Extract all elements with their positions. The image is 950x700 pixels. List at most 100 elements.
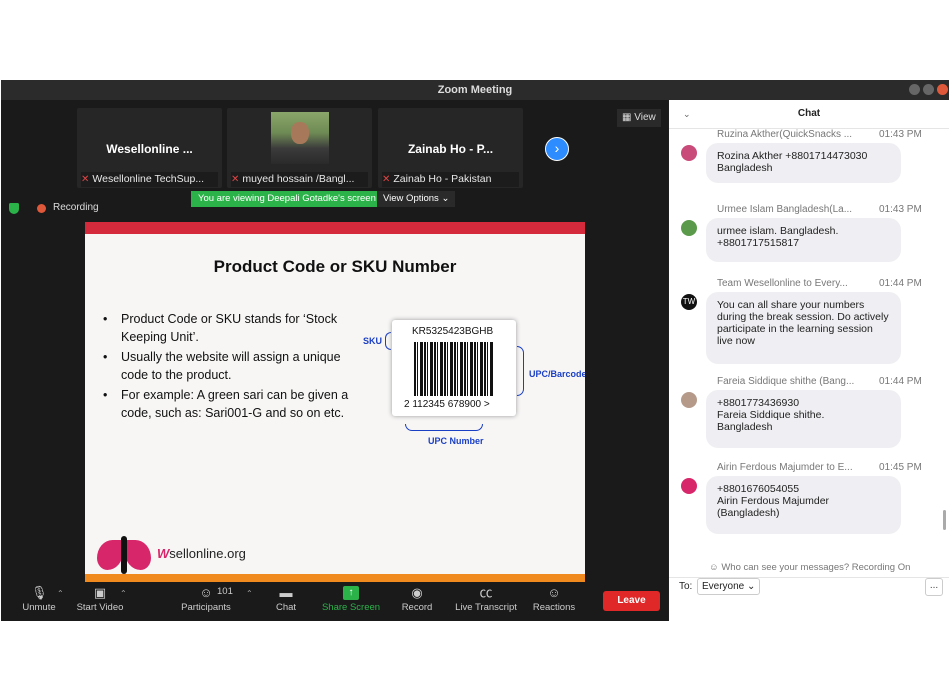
participants-count: 101 <box>217 586 233 597</box>
chat-sender: Team Wesellonline to Every... <box>717 278 848 289</box>
barcode-image: KR5325423BGHB 2 112345 678900 > <box>392 320 516 416</box>
live-transcript-button[interactable]: ㏄ Live Transcript <box>451 585 521 614</box>
avatar <box>681 392 697 408</box>
chat-time: 01:43 PM <box>879 204 922 215</box>
muted-mic-icon: 🎙 <box>31 585 48 600</box>
smile-icon: ☺ <box>547 585 561 600</box>
shield-icon[interactable] <box>9 203 19 214</box>
upc-number-label: UPC Number <box>428 436 484 446</box>
meeting-area: Wesellonline ... ✕ Wesellonline TechSup..… <box>1 100 668 621</box>
sku-brace <box>385 332 391 350</box>
slide-bullet: For example: A green sari can be given a… <box>101 386 361 422</box>
avatar: TW <box>681 294 697 310</box>
unmute-button[interactable]: 🎙 Unmute <box>21 585 57 614</box>
chat-bubble: Rozina Akther +8801714473030 Bangladesh <box>706 143 901 183</box>
slide-bullet: Usually the website will assign a unique… <box>101 348 361 384</box>
chat-icon: ▬ <box>279 585 293 600</box>
reactions-button[interactable]: ☺ Reactions <box>531 585 577 614</box>
participant-label: ✕ muyed hossain /Bangl... <box>231 172 368 187</box>
chat-sender: Ruzina Akther(QuickSnacks ... <box>717 129 853 140</box>
avatar <box>681 478 697 494</box>
chat-bubble: +8801773436930 Fareia Siddique shithe. B… <box>706 390 901 448</box>
chevron-down-icon[interactable]: ⌄ <box>683 100 691 128</box>
chat-sender: Urmee Islam Bangladesh(La... <box>717 204 853 215</box>
participant-tile[interactable]: Zainab Ho - P... ✕ Zainab Ho - Pakistan <box>378 108 523 188</box>
minimize-icon[interactable] <box>909 84 920 95</box>
slide-bullets: Product Code or SKU stands for ‘Stock Ke… <box>101 310 361 424</box>
sku-label: SKU <box>363 336 383 346</box>
wesellonline-logo: Wsellonline.org <box>95 532 275 576</box>
barcode-bars <box>414 342 494 396</box>
view-button[interactable]: ▦ View <box>617 109 661 127</box>
recording-label: Recording <box>53 202 99 213</box>
participant-label: ✕ Zainab Ho - Pakistan <box>382 172 519 187</box>
avatar <box>681 145 697 161</box>
close-icon[interactable] <box>937 84 948 95</box>
meeting-toolbar: 🎙 Unmute ⌃ ▣ Start Video ⌃ ☺ Participant… <box>1 583 668 621</box>
muted-mic-icon: ✕ <box>382 174 391 185</box>
participant-strip: Wesellonline ... ✕ Wesellonline TechSup..… <box>1 100 668 222</box>
barcode-sku-text: KR5325423BGHB <box>412 326 494 337</box>
recording-icon <box>37 204 46 213</box>
view-options-button[interactable]: View Options ⌄ <box>377 191 456 207</box>
maximize-icon[interactable] <box>923 84 934 95</box>
chevron-down-icon: ⌄ <box>747 581 756 592</box>
avatar <box>681 220 697 236</box>
chevron-up-icon[interactable]: ⌃ <box>57 589 64 598</box>
upc-barcode-label: UPC/Barcode <box>529 369 585 379</box>
chat-time: 01:44 PM <box>879 376 922 387</box>
zoom-window: Zoom Meeting Wesellonline ... ✕ Wesellonl… <box>1 80 949 621</box>
record-icon: ◉ <box>411 585 423 600</box>
barcode-number: 2 112345 678900 > <box>404 399 490 410</box>
chat-panel: ⌄ Chat Ruzina Akther(QuickSnacks ... 01:… <box>669 100 949 621</box>
people-icon: ☺ <box>709 562 719 573</box>
next-page-button[interactable]: › <box>545 137 569 161</box>
chat-time: 01:44 PM <box>879 278 922 289</box>
share-screen-icon: ↑ <box>343 586 359 600</box>
chat-bubble: urmee islam. Bangladesh. +8801717515817 <box>706 218 901 262</box>
grid-icon: ▦ <box>622 112 632 123</box>
window-title: Zoom Meeting <box>437 84 513 96</box>
chat-scrollbar[interactable] <box>943 510 946 530</box>
chat-bubble: You can all share your numbers during th… <box>706 292 901 364</box>
muted-mic-icon: ✕ <box>231 174 240 185</box>
participant-name: Wesellonline ... <box>106 142 193 156</box>
slide-bottom-bar <box>85 574 585 582</box>
chevron-right-icon: › <box>554 140 560 156</box>
slide-top-bar <box>85 222 585 234</box>
viewing-banner: You are viewing Deepali Gotadke's screen <box>191 191 383 207</box>
leave-button[interactable]: Leave <box>603 591 660 611</box>
chat-bubble: +8801676054055 Airin Ferdous Majumder (B… <box>706 476 901 534</box>
recipient-dropdown[interactable]: Everyone ⌄ <box>697 578 761 595</box>
record-button[interactable]: ◉ Record <box>399 585 435 614</box>
upc-brace <box>517 346 524 396</box>
chat-sender: Airin Ferdous Majumder to E... <box>717 462 853 473</box>
who-can-see-link[interactable]: ☺ Who can see your messages? Recording O… <box>709 562 910 573</box>
to-label: To: <box>679 581 693 592</box>
chevron-up-icon[interactable]: ⌃ <box>246 589 253 598</box>
participant-video <box>271 112 329 164</box>
chat-button[interactable]: ▬ Chat <box>271 585 301 614</box>
participant-tile[interactable]: ✕ muyed hossain /Bangl... <box>227 108 372 188</box>
chat-header: ⌄ Chat <box>669 100 949 129</box>
cc-icon: ㏄ <box>479 585 493 600</box>
window-titlebar: Zoom Meeting <box>1 80 949 100</box>
chevron-down-icon: ⌄ <box>441 193 450 204</box>
chevron-up-icon[interactable]: ⌃ <box>120 589 127 598</box>
start-video-button[interactable]: ▣ Start Video <box>73 585 127 614</box>
more-options-button[interactable]: ... <box>925 578 943 596</box>
chat-sender: Fareia Siddique shithe (Bang... <box>717 376 855 387</box>
slide-title: Product Code or SKU Number <box>213 257 457 276</box>
participant-label: ✕ Wesellonline TechSup... <box>81 172 218 187</box>
video-off-icon: ▣ <box>93 585 107 600</box>
participants-icon: ☺ <box>199 585 213 600</box>
chat-time: 01:43 PM <box>879 129 922 140</box>
chat-time: 01:45 PM <box>879 462 922 473</box>
shared-screen: Product Code or SKU Number Product Code … <box>85 222 585 582</box>
chat-title: Chat <box>797 108 821 119</box>
slide-bullet: Product Code or SKU stands for ‘Stock Ke… <box>101 310 361 346</box>
participant-tile[interactable]: Wesellonline ... ✕ Wesellonline TechSup..… <box>77 108 222 188</box>
share-screen-button[interactable]: ↑ Share Screen <box>319 586 383 613</box>
participant-name: Zainab Ho - P... <box>407 142 494 156</box>
muted-mic-icon: ✕ <box>81 174 90 185</box>
